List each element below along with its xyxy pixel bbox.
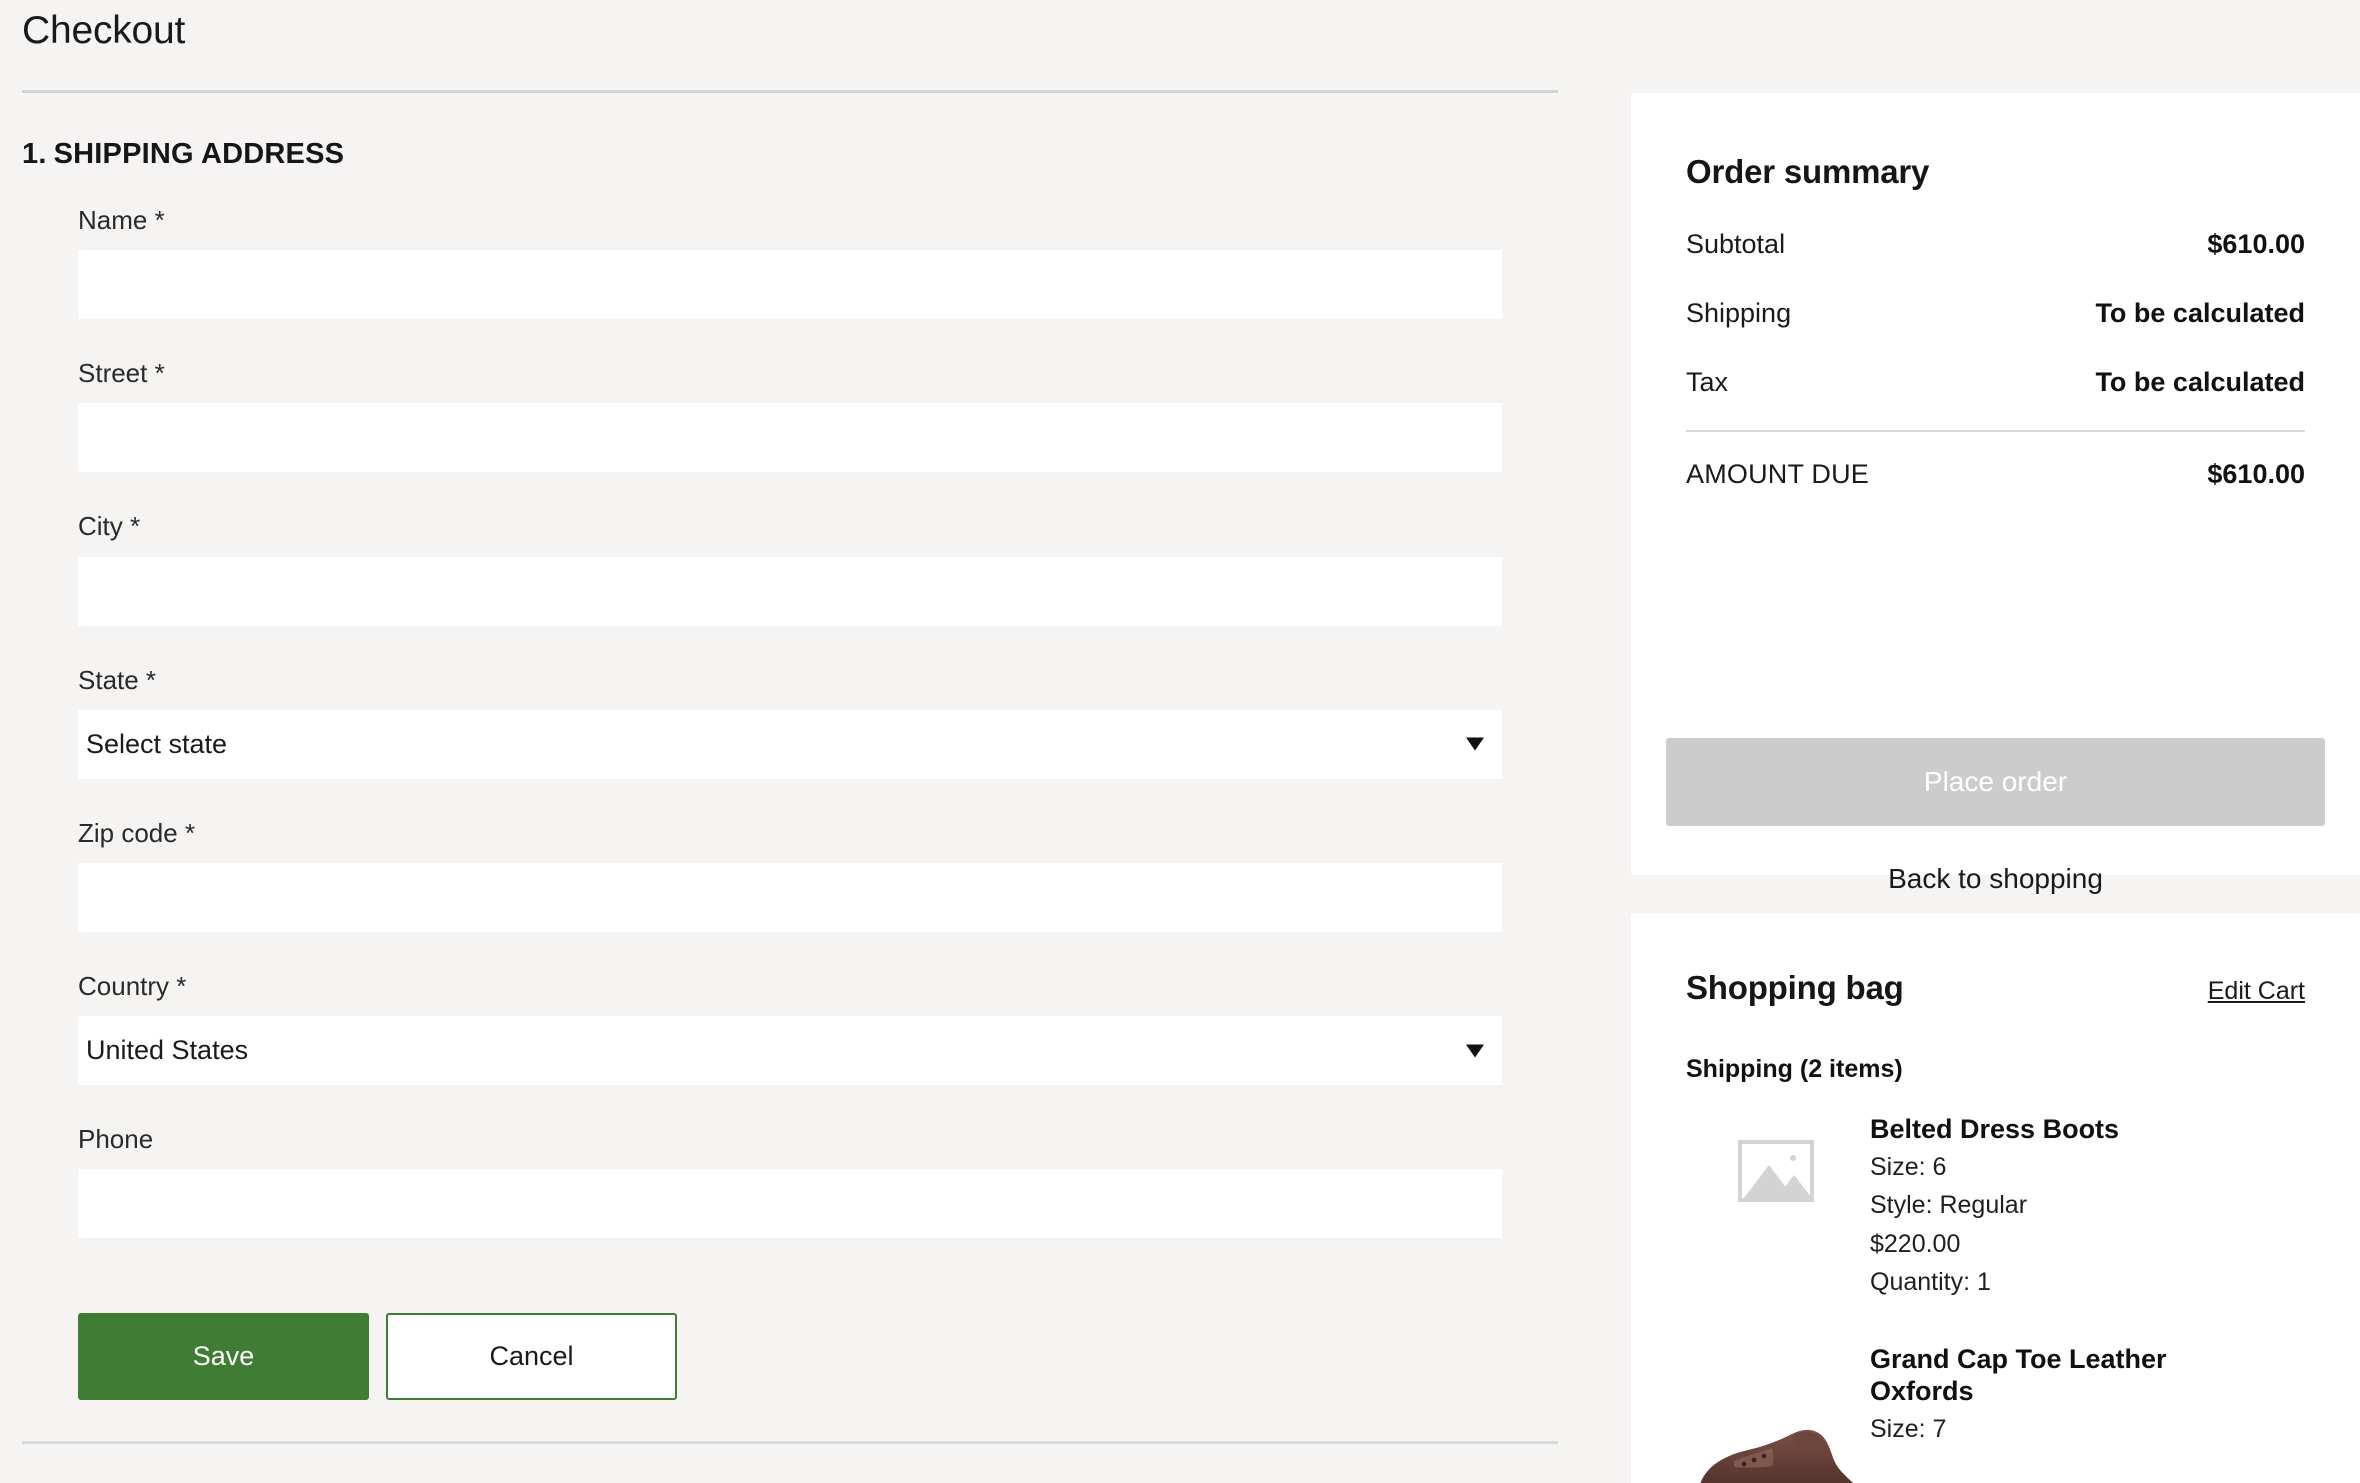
item-price: $220.00	[1870, 1229, 1961, 1258]
summary-divider	[1686, 430, 2305, 432]
item-name: Belted Dress Boots	[1870, 1114, 2120, 1144]
lace-eyelet	[1751, 1457, 1757, 1463]
field-country: Country * United States	[78, 970, 1502, 1086]
section-number: 1.	[22, 138, 47, 170]
item-style: Style: Regular	[1870, 1191, 2028, 1220]
field-zip-code: Zip code *	[78, 818, 1502, 932]
summary-label-tax: Tax	[1686, 367, 1729, 397]
order-summary-title: Order summary	[1686, 153, 1930, 190]
shopping-bag-title: Shopping bag	[1686, 969, 1904, 1006]
field-label-phone: Phone	[78, 1124, 154, 1155]
summary-row-shipping: Shipping To be calculated	[1686, 298, 2305, 329]
lace-eyelet	[1761, 1453, 1767, 1459]
summary-label-amount-due: AMOUNT DUE	[1686, 459, 1870, 489]
street-input[interactable]	[78, 403, 1502, 473]
lace-eyelet	[1741, 1461, 1747, 1467]
summary-value-shipping: To be calculated	[2095, 298, 2305, 328]
field-label-country: Country *	[78, 970, 187, 1001]
section-heading-shipping-address: 1. SHIPPING ADDRESS	[22, 138, 344, 171]
shipping-group-label: Shipping (2 items)	[1686, 1055, 1903, 1083]
cancel-button[interactable]: Cancel	[386, 1313, 677, 1400]
section-heading-label: SHIPPING ADDRESS	[53, 138, 345, 170]
field-state: State * Select state	[78, 665, 1502, 779]
item-size: Size: 6	[1870, 1152, 1947, 1181]
summary-row-amount-due: AMOUNT DUE $610.00	[1686, 459, 2305, 490]
image-placeholder-icon	[1738, 1140, 1814, 1202]
field-label-state: State *	[78, 664, 157, 695]
mountain-small	[1776, 1175, 1810, 1198]
summary-row-tax: Tax To be calculated	[1686, 367, 2305, 398]
country-select[interactable]: United States	[78, 1016, 1502, 1086]
field-label-street: Street *	[78, 358, 165, 389]
shopping-bag-header: Shopping bag Edit Cart	[1686, 969, 2305, 1007]
order-summary-body: Order summary Subtotal $610.00 Shipping …	[1631, 93, 2360, 490]
city-input[interactable]	[78, 556, 1502, 626]
order-summary-card: Order summary Subtotal $610.00 Shipping …	[1631, 93, 2360, 894]
edit-cart-link[interactable]: Edit Cart	[2208, 977, 2305, 1006]
field-label-name: Name *	[78, 205, 165, 235]
checkout-page: Checkout 1. SHIPPING ADDRESS Name * Stree…	[0, 0, 2360, 1483]
field-label-city: City *	[78, 511, 141, 542]
summary-label-subtotal: Subtotal	[1686, 229, 1786, 259]
item-quantity: Quantity: 1	[1870, 1268, 1991, 1297]
section-bottom-divider	[22, 1441, 1558, 1444]
field-name: Name *	[78, 205, 1502, 320]
phone-input[interactable]	[78, 1169, 1502, 1239]
chevron-down-icon	[1466, 737, 1484, 751]
summary-row-subtotal: Subtotal $610.00	[1686, 229, 2305, 260]
state-select[interactable]: Select state	[78, 709, 1502, 779]
item-size: Size: 7	[1870, 1414, 1947, 1443]
form-actions: Save Cancel	[78, 1313, 677, 1400]
shipping-address-form: Name * Street * City * State * Select st…	[78, 205, 1502, 1239]
summary-value-subtotal: $610.00	[2207, 229, 2305, 259]
state-select-value: Select state	[86, 728, 228, 759]
zip-code-input[interactable]	[78, 862, 1502, 932]
shopping-bag-body: Shopping bag Edit Cart Shipping (2 items…	[1631, 913, 2360, 1483]
summary-label-shipping: Shipping	[1686, 298, 1792, 328]
list-item[interactable]: Grand Cap Toe Leather Oxfords Size: 7	[1686, 1344, 2305, 1483]
save-button[interactable]: Save	[78, 1313, 369, 1400]
header-divider	[22, 90, 1558, 93]
shoe-body	[1700, 1429, 1853, 1483]
shopping-bag-card: Shopping bag Edit Cart Shipping (2 items…	[1631, 913, 2360, 1483]
back-to-shopping-link[interactable]: Back to shopping	[1631, 863, 2360, 895]
field-phone: Phone	[78, 1124, 1502, 1239]
name-input[interactable]	[78, 250, 1502, 320]
page-title: Checkout	[22, 9, 186, 52]
list-item[interactable]: Belted Dress Boots Size: 6 Style: Regula…	[1686, 1114, 2305, 1300]
brown-oxford-shoe-photo	[1688, 1400, 1864, 1483]
summary-value-amount-due: $610.00	[2207, 459, 2305, 489]
item-details: Grand Cap Toe Leather Oxfords Size: 7	[1866, 1344, 2230, 1483]
place-order-button[interactable]: Place order	[1666, 738, 2325, 826]
chevron-down-icon	[1466, 1044, 1484, 1058]
item-name: Grand Cap Toe Leather Oxfords	[1870, 1343, 2167, 1406]
checkout-main-column: Checkout 1. SHIPPING ADDRESS Name * Stree…	[0, 0, 1575, 1483]
sun-dot	[1790, 1155, 1796, 1161]
field-city: City *	[78, 511, 1502, 626]
item-thumbnail	[1686, 1344, 1866, 1483]
item-thumbnail	[1686, 1114, 1866, 1300]
field-street: Street *	[78, 358, 1502, 473]
country-select-value: United States	[86, 1035, 249, 1066]
item-details: Belted Dress Boots Size: 6 Style: Regula…	[1866, 1114, 2119, 1300]
summary-value-tax: To be calculated	[2095, 367, 2305, 397]
field-label-zip-code: Zip code *	[78, 817, 196, 848]
checkout-sidebar: Order summary Subtotal $610.00 Shipping …	[1631, 0, 2360, 1483]
